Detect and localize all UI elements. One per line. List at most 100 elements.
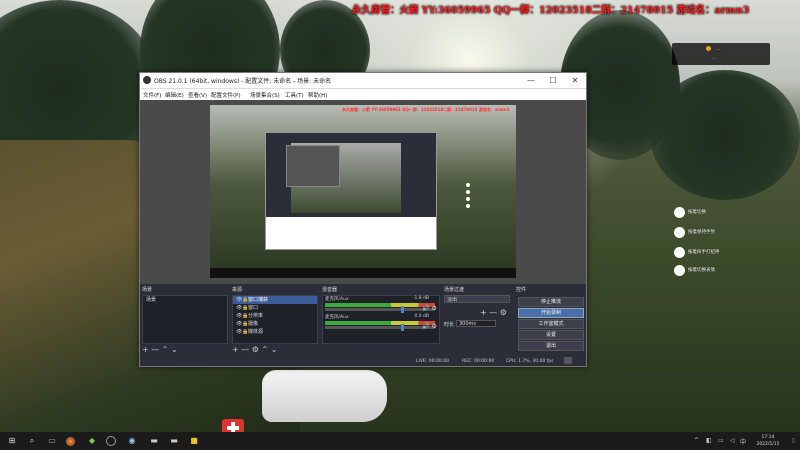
ime-icon[interactable]: 中 bbox=[740, 437, 746, 446]
channel-name: 麦克风/Aux bbox=[325, 297, 349, 302]
hud-row-2: 按着保持手势 bbox=[670, 225, 740, 239]
close-button[interactable]: ✕ bbox=[564, 73, 586, 88]
preview-area[interactable]: 永久房管：火箭 YY:36059965 QQ一群：12023518二群：2147… bbox=[140, 100, 586, 284]
stop-streaming-button[interactable]: 停止推流 bbox=[518, 297, 584, 307]
obs-window: OBS 21.0.1 (64bit, windows) - 配置文件: 未命名 … bbox=[139, 72, 587, 367]
windows-taskbar: ⊞ ⌕ ▭ ◆ ◉ ▬ ▬ ■ ^ ◧ ▭ ◁ 中 17:14 2022/5/1… bbox=[0, 432, 800, 450]
sources-list[interactable]: 👁🔒窗口捕获 👁🔒窗口 👁🔒分辨率 👁🔒摄像 👁🔒媒体源 bbox=[232, 295, 318, 344]
studio-mode-button[interactable]: 工作室模式 bbox=[518, 319, 584, 329]
scene-item[interactable]: 场景 bbox=[143, 296, 227, 304]
maximize-button[interactable]: ☐ bbox=[542, 73, 564, 88]
menu-view[interactable]: 查看(V) bbox=[188, 91, 207, 99]
dock-panels: 场景 场景 + — ⌃ ⌄ 来源 👁🔒窗口捕获 👁🔒窗口 👁🔒分辨率 👁🔒摄像 … bbox=[140, 286, 586, 356]
transitions-panel: 场景过渡 淡出 + — ⚙ 时长 300ms bbox=[444, 286, 512, 354]
folder-icon[interactable]: ■ bbox=[188, 435, 200, 447]
settings-button[interactable]: 设置 bbox=[518, 330, 584, 340]
menu-tools[interactable]: 工具(T) bbox=[285, 91, 304, 99]
source-item[interactable]: 👁🔒窗口捕获 bbox=[233, 296, 317, 304]
controls-header: 控件 bbox=[516, 287, 527, 293]
source-item[interactable]: 👁🔒摄像 bbox=[233, 320, 317, 328]
volume-icon[interactable]: ◁ bbox=[730, 437, 735, 444]
transitions-header: 场景过渡 bbox=[444, 287, 465, 293]
transition-toolbar[interactable]: + — ⚙ bbox=[480, 308, 507, 317]
task-view-icon[interactable]: ▭ bbox=[46, 435, 58, 447]
obs-menubar: 文件(F) 编辑(E) 查看(V) 配置文件(P) 场景集合(S) 工具(T) … bbox=[140, 88, 586, 100]
steam-icon[interactable]: ◉ bbox=[126, 435, 138, 447]
network-icon[interactable]: ▭ bbox=[718, 437, 724, 444]
windows-start-icon[interactable]: ⊞ bbox=[6, 435, 18, 447]
preview-hud bbox=[466, 180, 486, 210]
figure-icon bbox=[674, 227, 685, 238]
search-icon[interactable]: ⌕ bbox=[26, 435, 38, 447]
scenes-header: 场景 bbox=[142, 287, 153, 293]
mixer-body: 麦克风/Aux -1.8 dB 🔊 ⚙ 麦克风/Aux 0.0 dB 🔊 ⚙ bbox=[322, 295, 440, 344]
transition-select[interactable]: 淡出 bbox=[444, 295, 510, 303]
boulder bbox=[262, 370, 387, 422]
obs-logo-icon bbox=[143, 76, 151, 84]
mute-settings-icons[interactable]: 🔊 ⚙ bbox=[422, 323, 437, 330]
source-item[interactable]: 👁🔒分辨率 bbox=[233, 312, 317, 320]
gesture-hud: 按着切换 按着保持手势 按着挥手打招呼 按着切换表情 bbox=[670, 205, 740, 280]
duration-spinbox[interactable]: 300ms bbox=[456, 320, 496, 327]
window-icon[interactable]: ▬ bbox=[168, 435, 180, 447]
fader-handle[interactable] bbox=[401, 324, 404, 331]
notification-line2: ... bbox=[712, 55, 717, 61]
clock-time: 17:14 bbox=[761, 435, 775, 440]
obs-titlebar[interactable]: OBS 21.0.1 (64bit, windows) - 配置文件: 未命名 … bbox=[140, 73, 586, 88]
app-icon[interactable]: ◆ bbox=[86, 435, 98, 447]
rec-status: REC: 00:00:00 bbox=[462, 359, 495, 364]
hand-icon bbox=[674, 247, 685, 258]
obs-statusbar: LIVE: 00:00:00 REC: 00:00:00 CPU: 1.7%, … bbox=[140, 356, 586, 366]
preview-banner: 永久房管：火箭 YY:36059965 QQ一群：12023518二群：2147… bbox=[342, 107, 510, 112]
menu-scene-collection[interactable]: 场景集合(S) bbox=[250, 91, 280, 99]
volume-fader[interactable] bbox=[325, 326, 435, 329]
menu-profile[interactable]: 配置文件(P) bbox=[211, 91, 241, 99]
transitions-body: 淡出 + — ⚙ 时长 300ms bbox=[444, 295, 512, 344]
source-label: 窗口捕获 bbox=[248, 297, 269, 303]
notification-line1: ... bbox=[716, 46, 721, 52]
mixer-header: 混音器 bbox=[322, 287, 338, 293]
game-notification: ... ... bbox=[672, 43, 770, 65]
hud-label: 按着切换 bbox=[688, 210, 706, 215]
scenes-list[interactable]: 场景 bbox=[142, 295, 228, 344]
preview-taskbar bbox=[210, 268, 516, 278]
obs-taskbar-icon[interactable] bbox=[106, 436, 116, 446]
scenes-panel: 场景 场景 + — ⌃ ⌄ bbox=[142, 286, 228, 354]
system-clock[interactable]: 17:14 2022/5/15 bbox=[748, 434, 788, 448]
fader-handle[interactable] bbox=[401, 306, 404, 313]
channel-name: 麦克风/Aux bbox=[325, 315, 349, 320]
menu-file[interactable]: 文件(F) bbox=[143, 91, 161, 99]
source-label: 摄像 bbox=[248, 321, 259, 327]
menu-edit[interactable]: 编辑(E) bbox=[165, 91, 184, 99]
hud-label: 按着挥手打招呼 bbox=[688, 250, 720, 255]
menu-help[interactable]: 帮助(H) bbox=[308, 91, 327, 99]
mute-settings-icons[interactable]: 🔊 ⚙ bbox=[422, 305, 437, 312]
notification-icon[interactable]: ▯ bbox=[792, 437, 795, 444]
nested-obs-window bbox=[265, 132, 437, 250]
source-label: 窗口 bbox=[248, 305, 259, 311]
chrome-icon[interactable] bbox=[66, 437, 75, 446]
sources-panel: 来源 👁🔒窗口捕获 👁🔒窗口 👁🔒分辨率 👁🔒摄像 👁🔒媒体源 + — ⚙ ⌃ … bbox=[232, 286, 318, 354]
duration-label: 时长 bbox=[444, 322, 455, 328]
source-item[interactable]: 👁🔒窗口 bbox=[233, 304, 317, 312]
tray-app-icon[interactable]: ◧ bbox=[706, 437, 712, 444]
start-recording-button[interactable]: 开始录制 bbox=[518, 308, 584, 318]
game-icon[interactable]: ▬ bbox=[148, 435, 160, 447]
controls-panel: 控件 停止推流 开始录制 工作室模式 设置 退出 bbox=[516, 286, 584, 354]
channel-db: 0.0 dB bbox=[414, 314, 429, 319]
obs-title: OBS 21.0.1 (64bit, windows) - 配置文件: 未命名 … bbox=[154, 78, 332, 85]
status-indicator bbox=[564, 357, 572, 364]
gesture-icon bbox=[674, 265, 685, 276]
minimize-button[interactable]: — bbox=[520, 73, 542, 88]
hud-row-3: 按着挥手打招呼 bbox=[670, 245, 740, 259]
volume-meter bbox=[325, 321, 435, 325]
volume-meter bbox=[325, 303, 435, 307]
preview-canvas[interactable]: 永久房管：火箭 YY:36059965 QQ一群：12023518二群：2147… bbox=[210, 105, 516, 278]
sources-toolbar[interactable]: + — ⚙ ⌃ ⌄ bbox=[232, 345, 318, 354]
exit-button[interactable]: 退出 bbox=[518, 341, 584, 351]
source-item[interactable]: 👁🔒媒体源 bbox=[233, 328, 317, 336]
cpu-status: CPU: 1.7%, 30.00 fps bbox=[506, 359, 554, 364]
tray-chevron-icon[interactable]: ^ bbox=[694, 437, 699, 444]
scenes-toolbar[interactable]: + — ⌃ ⌄ bbox=[142, 345, 228, 354]
volume-fader[interactable] bbox=[325, 308, 435, 311]
